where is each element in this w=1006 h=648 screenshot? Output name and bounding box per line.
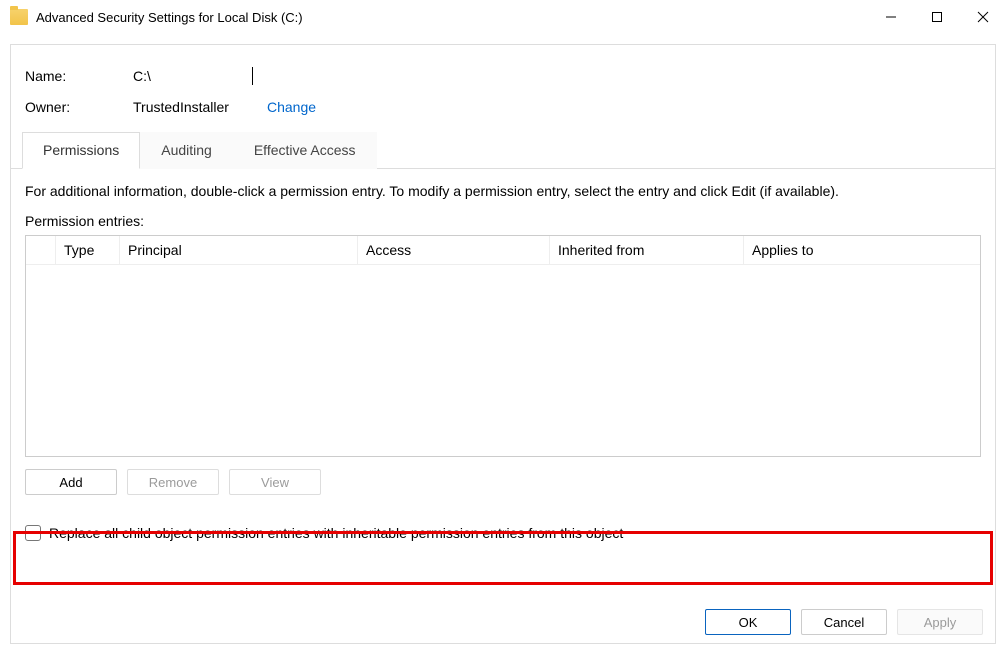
title-bar: Advanced Security Settings for Local Dis… <box>0 0 1006 34</box>
cancel-button[interactable]: Cancel <box>801 609 887 635</box>
minimize-button[interactable] <box>868 0 914 34</box>
name-row: Name: C:\ <box>11 45 995 88</box>
add-button[interactable]: Add <box>25 469 117 495</box>
col-inherited-from[interactable]: Inherited from <box>550 236 744 264</box>
tab-strip: Permissions Auditing Effective Access <box>11 132 995 169</box>
replace-child-entries-label[interactable]: Replace all child object permission entr… <box>49 525 623 541</box>
owner-value: TrustedInstaller <box>133 99 253 115</box>
ok-button[interactable]: OK <box>705 609 791 635</box>
replace-child-entries-row: Replace all child object permission entr… <box>25 525 981 541</box>
col-access[interactable]: Access <box>358 236 550 264</box>
name-value: C:\ <box>133 67 253 85</box>
change-owner-link[interactable]: Change <box>267 99 316 115</box>
window-title: Advanced Security Settings for Local Dis… <box>36 10 303 25</box>
close-button[interactable] <box>960 0 1006 34</box>
tab-permissions[interactable]: Permissions <box>22 132 140 169</box>
col-applies-to[interactable]: Applies to <box>744 236 980 264</box>
entry-actions: Add Remove View <box>25 469 981 495</box>
dialog-body: Name: C:\ Owner: TrustedInstaller Change… <box>10 44 996 644</box>
info-text: For additional information, double-click… <box>11 169 995 205</box>
apply-button: Apply <box>897 609 983 635</box>
owner-row: Owner: TrustedInstaller Change <box>11 96 995 118</box>
folder-icon <box>10 9 28 25</box>
minimize-icon <box>885 11 897 23</box>
tab-effective-access[interactable]: Effective Access <box>233 132 377 169</box>
col-type[interactable]: Type <box>56 236 120 264</box>
entries-label: Permission entries: <box>11 205 995 235</box>
table-body-empty <box>26 264 980 456</box>
table-header: Type Principal Access Inherited from App… <box>26 236 980 264</box>
maximize-icon <box>931 11 943 23</box>
owner-label: Owner: <box>25 99 133 115</box>
dialog-footer: OK Cancel Apply <box>705 609 983 635</box>
col-principal[interactable]: Principal <box>120 236 358 264</box>
tab-auditing[interactable]: Auditing <box>140 132 233 169</box>
remove-button: Remove <box>127 469 219 495</box>
maximize-button[interactable] <box>914 0 960 34</box>
close-icon <box>977 11 989 23</box>
replace-child-entries-checkbox[interactable] <box>25 525 41 541</box>
view-button: View <box>229 469 321 495</box>
permission-entries-table[interactable]: Type Principal Access Inherited from App… <box>25 235 981 457</box>
name-label: Name: <box>25 68 133 84</box>
window-controls <box>868 0 1006 34</box>
col-icon[interactable] <box>26 236 56 264</box>
